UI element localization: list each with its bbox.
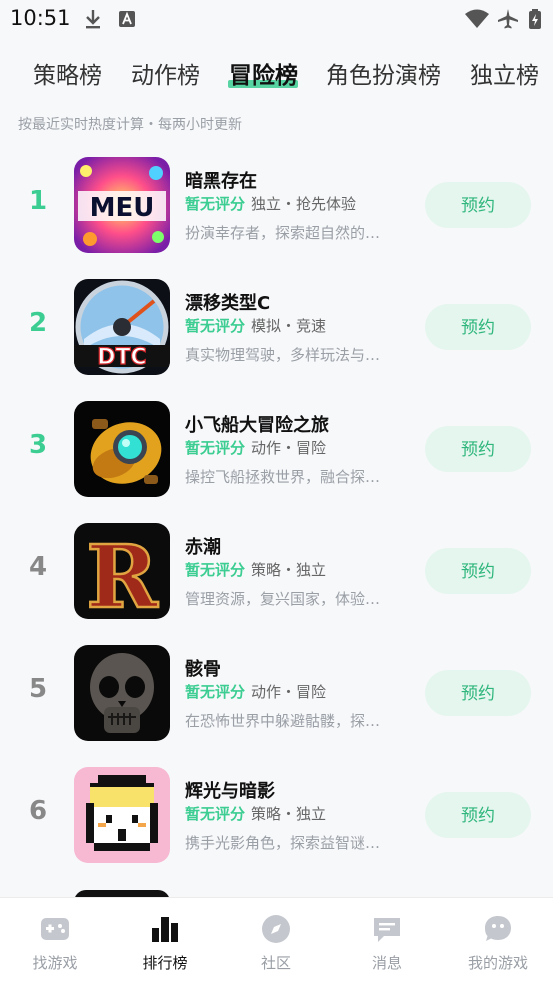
bottom-nav: 找游戏 排行榜 社区 消息 我的游戏 (0, 897, 553, 984)
game-description: 操控飞船拯救世界，融合探… (185, 468, 381, 486)
list-item[interactable]: 2 DTC 漂移类型C 暂无评分 模拟・竞速 真实物理驾驶，多样玩法与… 预约 (0, 272, 553, 392)
game-meta: 暂无评分 动作・冒险 (185, 681, 326, 702)
game-tags: 动作・冒险 (251, 439, 327, 457)
nav-label: 社区 (260, 954, 291, 972)
rating-label: 暂无评分 (185, 805, 246, 823)
rating-label: 暂无评分 (185, 439, 246, 457)
compass-icon (261, 914, 291, 944)
game-title: 暗黑存在 (185, 171, 257, 192)
text-a-icon (116, 8, 138, 30)
reserve-button[interactable]: 预约 (425, 304, 531, 350)
nav-label: 消息 (371, 954, 402, 972)
spaceship-game-icon[interactable] (74, 401, 170, 497)
airplane-icon (497, 8, 519, 30)
pixel-character-game-icon[interactable] (74, 767, 170, 863)
list-item[interactable]: 1 MEU 暗黑存在 暂无评分 独立・抢先体验 扮演幸存者，探索超自然的… 预约 (0, 150, 553, 270)
nav-find-games[interactable]: 找游戏 (0, 898, 110, 984)
tab-action[interactable]: 动作榜 (131, 56, 200, 90)
game-title: 辉光与暗影 (185, 781, 275, 802)
reserve-button[interactable]: 预约 (425, 182, 531, 228)
reserve-button[interactable]: 预约 (425, 792, 531, 838)
nav-messages[interactable]: 消息 (332, 898, 442, 984)
meu-icon-text: MEU (90, 193, 155, 223)
r-icon-text: R (86, 527, 158, 619)
nav-label: 排行榜 (142, 954, 188, 972)
game-meta: 暂无评分 策略・独立 (185, 559, 326, 580)
status-bar: 10:51 (0, 0, 553, 38)
game-tags: 独立・抢先体验 (251, 195, 357, 213)
rank-number: 3 (28, 430, 48, 460)
tab-adventure[interactable]: 冒险榜 (229, 56, 298, 90)
game-meta: 暂无评分 策略・独立 (185, 803, 326, 824)
list-item[interactable]: 5 骸骨 暂无评分 动作・冒险 在恐怖世界中躲避骷髅，探… 预约 (0, 638, 553, 758)
reserve-button[interactable]: 预约 (425, 548, 531, 594)
status-time: 10:51 (10, 6, 71, 30)
game-tags: 策略・独立 (251, 561, 327, 579)
game-description: 真实物理驾驶，多样玩法与… (185, 346, 381, 364)
rating-label: 暂无评分 (185, 683, 246, 701)
nav-label: 找游戏 (32, 954, 78, 972)
wifi-icon (464, 8, 490, 30)
nav-rankings[interactable]: 排行榜 (110, 898, 220, 984)
game-title: 赤潮 (185, 537, 221, 558)
rating-label: 暂无评分 (185, 195, 246, 213)
game-description: 在恐怖世界中躲避骷髅，探… (185, 712, 381, 730)
game-description: 携手光影角色，探索益智谜… (185, 834, 381, 852)
game-title: 漂移类型C (185, 293, 271, 314)
skull-game-icon[interactable] (74, 645, 170, 741)
my-games-icon (483, 914, 513, 944)
rating-label: 暂无评分 (185, 561, 246, 579)
update-note: 按最近实时热度计算・每两小时更新 (18, 117, 242, 133)
rank-number: 6 (28, 796, 48, 826)
list-item[interactable]: 4 R 赤潮 暂无评分 策略・独立 管理资源，复兴国家，体验… 预约 (0, 516, 553, 636)
rank-number: 5 (28, 674, 48, 704)
game-title: 小飞船大冒险之旅 (185, 415, 329, 436)
gamepad-icon (40, 914, 70, 944)
rank-number: 2 (28, 308, 48, 338)
game-tags: 模拟・竞速 (251, 317, 327, 335)
category-tabs: 策略榜 动作榜 冒险榜 角色扮演榜 独立榜 (0, 52, 553, 92)
battery-charging-icon (528, 8, 542, 30)
rating-label: 暂无评分 (185, 317, 246, 335)
reserve-button[interactable]: 预约 (425, 426, 531, 472)
nav-my-games[interactable]: 我的游戏 (443, 898, 553, 984)
game-description: 扮演幸存者，探索超自然的… (185, 224, 381, 242)
tab-strategy[interactable]: 策略榜 (33, 56, 102, 90)
speedometer-game-icon[interactable]: DTC (74, 279, 170, 375)
game-tags: 策略・独立 (251, 805, 327, 823)
nav-label: 我的游戏 (467, 954, 528, 972)
game-tags: 动作・冒险 (251, 683, 327, 701)
rank-number: 4 (28, 552, 48, 582)
nav-community[interactable]: 社区 (221, 898, 331, 984)
message-icon (372, 914, 402, 944)
letter-r-game-icon[interactable]: R (74, 523, 170, 619)
download-icon (82, 8, 104, 30)
game-meta: 暂无评分 独立・抢先体验 (185, 193, 356, 214)
tab-roleplay[interactable]: 角色扮演榜 (326, 56, 441, 90)
list-item[interactable]: 6 辉光与暗影 暂无评分 策略・独立 携手光影角色，探索益智谜… 预约 (0, 760, 553, 880)
list-item[interactable]: 3 小飞船大冒险之旅 暂无评分 动作・冒险 操控飞船拯救世界，融合探… 预约 (0, 394, 553, 514)
game-meta: 暂无评分 模拟・竞速 (185, 315, 326, 336)
meu-game-icon[interactable]: MEU (74, 157, 170, 253)
game-meta: 暂无评分 动作・冒险 (185, 437, 326, 458)
reserve-button[interactable]: 预约 (425, 670, 531, 716)
rank-number: 1 (28, 186, 48, 216)
game-description: 管理资源，复兴国家，体验… (185, 590, 381, 608)
tab-indie[interactable]: 独立榜 (470, 56, 539, 90)
game-title: 骸骨 (185, 659, 221, 680)
dtc-icon-text: DTC (97, 345, 146, 370)
ranking-bars-icon (150, 914, 180, 944)
